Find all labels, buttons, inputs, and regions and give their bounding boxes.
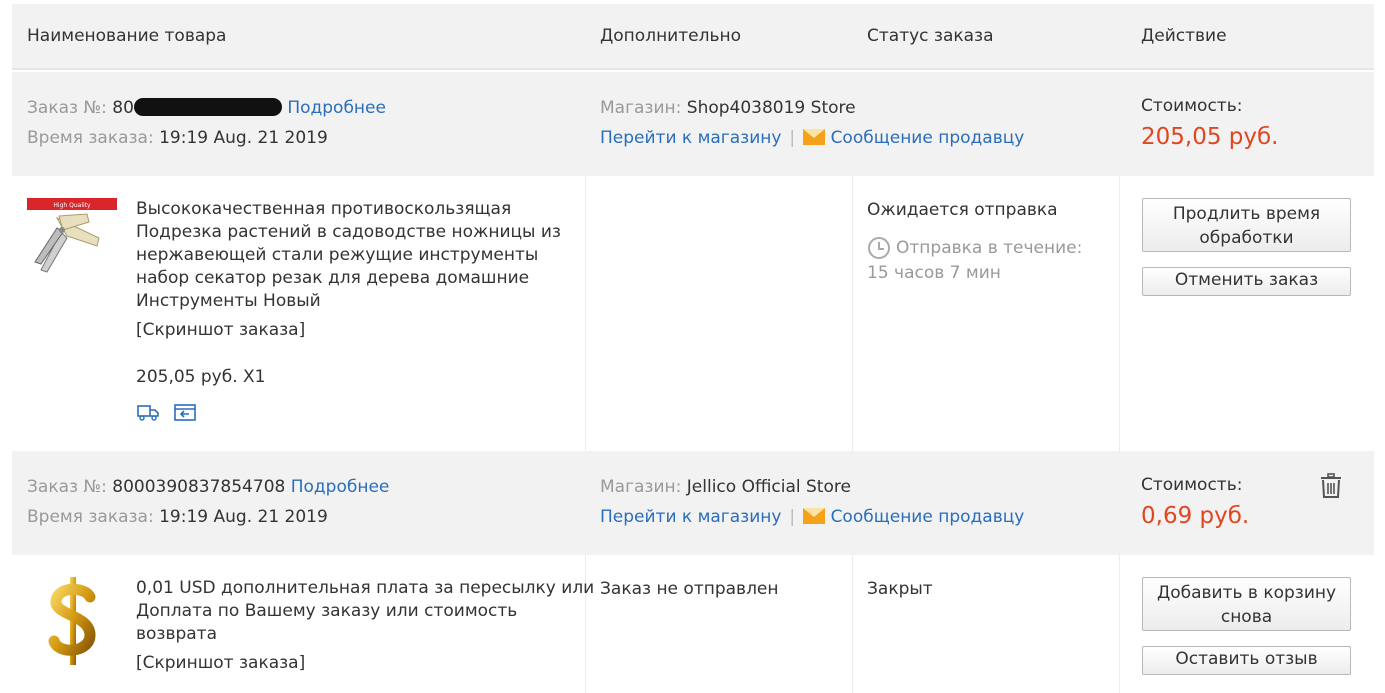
- cost-label: Стоимость:: [1141, 475, 1243, 495]
- header-extra: Дополнительно: [600, 26, 741, 46]
- order-details-link[interactable]: Подробнее: [287, 98, 386, 118]
- leave-review-button[interactable]: Оставить отзыв: [1142, 646, 1351, 675]
- product-title-line: Высококачественная противоскользящая: [136, 199, 512, 219]
- store-label: Магазин:: [600, 477, 682, 497]
- order-number: 80: [112, 98, 134, 118]
- header-action: Действие: [1141, 26, 1227, 46]
- trash-icon[interactable]: [1320, 473, 1342, 499]
- orders-page: Наименование товара Дополнительно Статус…: [0, 0, 1385, 693]
- ship-countdown: 15 часов 7 мин: [867, 263, 1001, 283]
- cancel-order-button[interactable]: Отменить заказ: [1142, 267, 1351, 296]
- store-actions: Перейти к магазину | Сообщение продавцу: [600, 128, 1024, 148]
- clock-icon: [867, 236, 891, 260]
- store-name: Jellico Official Store: [686, 477, 851, 497]
- return-box-icon[interactable]: [173, 402, 197, 422]
- product-title[interactable]: Высококачественная противоскользящая Под…: [136, 198, 561, 313]
- product-title-line: Доплата по Вашему заказу или стоимость: [136, 601, 518, 621]
- mail-icon: [803, 508, 826, 524]
- product-title-line: Инструменты Новый: [136, 291, 321, 311]
- add-to-cart-again-button[interactable]: Добавить в корзину снова: [1142, 577, 1351, 631]
- order-number-line: Заказ №: 80 Подробнее: [27, 98, 386, 118]
- order-item-row-2: 0,01 USD дополнительная плата за пересыл…: [12, 555, 1374, 693]
- product-title-line: нержавеющей стали режущие инструменты: [136, 245, 539, 265]
- shipping-note: Заказ не отправлен: [600, 579, 779, 599]
- product-title[interactable]: 0,01 USD дополнительная плата за пересыл…: [136, 577, 594, 646]
- table-header: Наименование товара Дополнительно Статус…: [12, 4, 1374, 70]
- order-status: Закрыт: [867, 579, 933, 599]
- divider: [1119, 176, 1120, 451]
- order-header-1: Заказ №: 80 Подробнее Время заказа: 19:1…: [12, 72, 1374, 176]
- price-quantity: 205,05 руб. X1: [136, 367, 266, 387]
- store-line: Магазин: Shop4038019 Store: [600, 98, 856, 118]
- screenshot-link[interactable]: [Скриншот заказа]: [136, 653, 305, 673]
- header-product-name: Наименование товара: [27, 26, 227, 46]
- store-name: Shop4038019 Store: [686, 98, 856, 118]
- product-title-line: Подрезка растений в садоводстве ножницы …: [136, 222, 561, 242]
- product-title-line: возврата: [136, 624, 218, 644]
- cost-value: 205,05 руб.: [1141, 124, 1279, 150]
- separator: |: [789, 507, 796, 527]
- order-number-label: Заказ №:: [27, 98, 107, 118]
- cost-label: Стоимость:: [1141, 96, 1243, 116]
- store-line: Магазин: Jellico Official Store: [600, 477, 851, 497]
- image-badge-text: High Quality: [53, 202, 91, 209]
- order-time: 19:19 Aug. 21 2019: [159, 128, 328, 148]
- order-time-label: Время заказа:: [27, 507, 154, 527]
- dollar-sign-image[interactable]: [42, 575, 104, 667]
- divider: [585, 176, 586, 451]
- order-time-line: Время заказа: 19:19 Aug. 21 2019: [27, 128, 328, 148]
- mail-icon: [803, 129, 826, 145]
- product-title-line: набор секатор резак для дерева домашние: [136, 268, 530, 288]
- screenshot-link[interactable]: [Скриншот заказа]: [136, 320, 305, 340]
- divider: [852, 176, 853, 451]
- redaction-mark: [133, 98, 282, 116]
- order-time: 19:19 Aug. 21 2019: [159, 507, 328, 527]
- separator: |: [789, 128, 796, 148]
- delivery-truck-icon[interactable]: [136, 402, 160, 422]
- order-details-link[interactable]: Подробнее: [291, 477, 390, 497]
- order-item-row-1: High Quality Высококачественная противос…: [12, 176, 1374, 451]
- store-actions: Перейти к магазину | Сообщение продавцу: [600, 507, 1024, 527]
- message-seller-link[interactable]: Сообщение продавцу: [831, 507, 1025, 527]
- order-time-line: Время заказа: 19:19 Aug. 21 2019: [27, 507, 328, 527]
- order-header-2: Заказ №: 8000390837854708 Подробнее Врем…: [12, 451, 1374, 555]
- product-image[interactable]: High Quality: [27, 198, 117, 288]
- order-number-line: Заказ №: 8000390837854708 Подробнее: [27, 477, 389, 497]
- order-time-label: Время заказа:: [27, 128, 154, 148]
- order-number: 8000390837854708: [112, 477, 286, 497]
- go-to-store-link[interactable]: Перейти к магазину: [600, 507, 781, 527]
- ship-within-label: Отправка в течение:: [896, 238, 1083, 258]
- order-number-label: Заказ №:: [27, 477, 107, 497]
- message-seller-link[interactable]: Сообщение продавцу: [831, 128, 1025, 148]
- store-label: Магазин:: [600, 98, 682, 118]
- cost-value: 0,69 руб.: [1141, 503, 1250, 529]
- go-to-store-link[interactable]: Перейти к магазину: [600, 128, 781, 148]
- divider: [1119, 555, 1120, 693]
- product-title-line: 0,01 USD дополнительная плата за пересыл…: [136, 578, 595, 598]
- divider: [852, 555, 853, 693]
- header-order-status: Статус заказа: [867, 26, 994, 46]
- order-status: Ожидается отправка: [867, 200, 1058, 220]
- extend-processing-button[interactable]: Продлить время обработки: [1142, 198, 1351, 252]
